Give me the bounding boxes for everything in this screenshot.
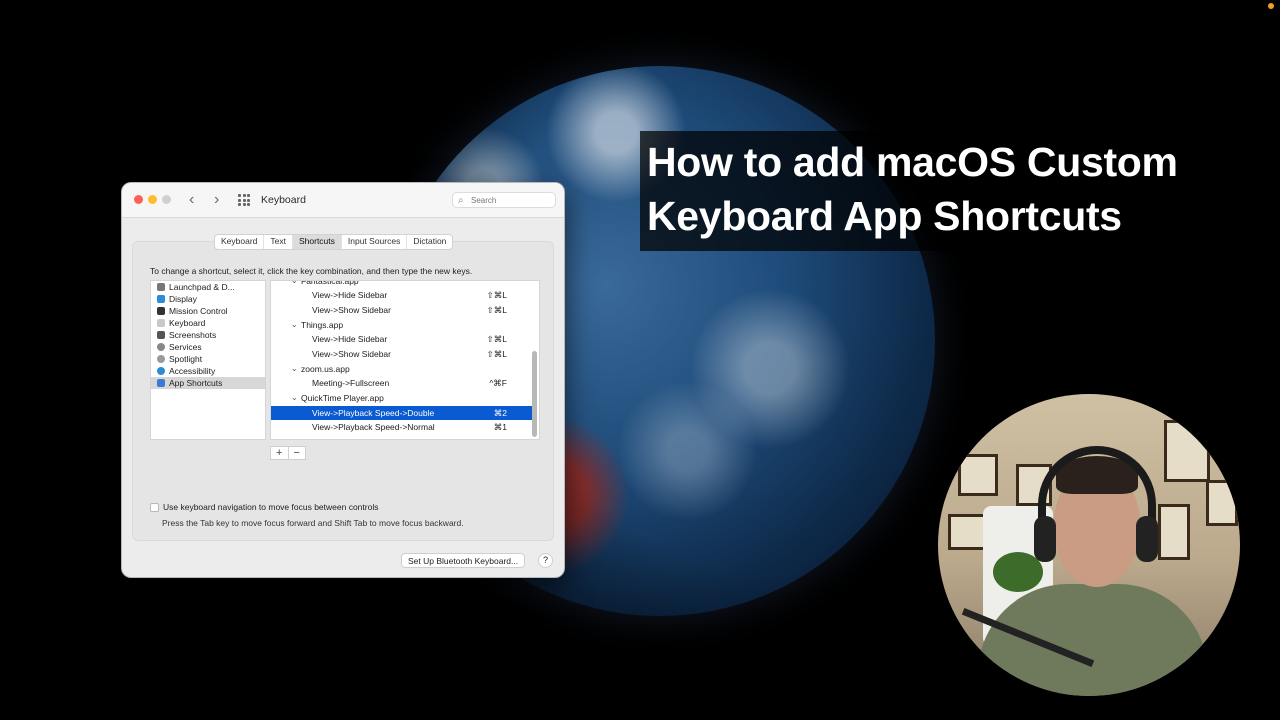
key-combination[interactable]: ⇧⌘L bbox=[487, 332, 507, 346]
category-services[interactable]: Services bbox=[151, 341, 265, 353]
key-combination[interactable]: ⇧⌘L bbox=[487, 288, 507, 302]
window-title: Keyboard bbox=[261, 194, 306, 206]
remove-shortcut-button[interactable]: − bbox=[289, 447, 306, 459]
keyboard-navigation-checkbox[interactable] bbox=[150, 503, 159, 512]
video-title-banner: How to add macOS Custom Keyboard App Sho… bbox=[640, 131, 1230, 251]
shortcut-row[interactable]: View->Show Sidebar ⇧⌘L bbox=[271, 303, 533, 317]
shortcut-category-list: Launchpad & D... Display Mission Control… bbox=[150, 280, 266, 440]
wall-frame bbox=[1164, 420, 1210, 482]
search-icon: ⌕ bbox=[458, 195, 464, 206]
app-shortcuts-icon bbox=[157, 379, 165, 387]
keyboard-icon bbox=[157, 319, 165, 327]
zoom-window-button[interactable] bbox=[162, 195, 171, 204]
wall-frame bbox=[1206, 480, 1238, 526]
show-all-grid-icon[interactable] bbox=[238, 194, 250, 206]
add-remove-control: + − bbox=[270, 446, 306, 460]
category-spotlight[interactable]: Spotlight bbox=[151, 353, 265, 365]
category-app-shortcuts[interactable]: App Shortcuts bbox=[151, 377, 265, 389]
key-combination[interactable]: ⌘2 bbox=[494, 406, 507, 420]
webcam-overlay bbox=[938, 394, 1240, 696]
help-button[interactable]: ? bbox=[538, 553, 553, 568]
shortcut-list-scrollbar[interactable] bbox=[532, 351, 537, 437]
app-group-quicktime[interactable]: ⌄ QuickTime Player.app bbox=[271, 391, 533, 405]
category-display[interactable]: Display bbox=[151, 293, 265, 305]
chevron-down-icon: ⌄ bbox=[291, 393, 298, 402]
recording-indicator-dot bbox=[1268, 3, 1274, 9]
keyboard-preferences-window: ‹ › Keyboard ⌕ Keyboard Text Shortcuts I… bbox=[121, 182, 565, 578]
mission-control-icon bbox=[157, 307, 165, 315]
headphone-earcup-right bbox=[1136, 516, 1158, 562]
shortcut-row[interactable]: View->Show Sidebar ⇧⌘L bbox=[271, 347, 533, 361]
app-group-fantastical[interactable]: ⌄ Fantastical.app bbox=[271, 280, 533, 288]
key-combination[interactable]: ^⌘F bbox=[489, 376, 507, 390]
tab-shortcuts[interactable]: Shortcuts bbox=[292, 235, 342, 249]
close-window-button[interactable] bbox=[134, 195, 143, 204]
shortcut-row[interactable]: View->Playback Speed->Normal ⌘1 bbox=[271, 420, 533, 434]
tab-input-sources[interactable]: Input Sources bbox=[342, 235, 408, 249]
instruction-text: To change a shortcut, select it, click t… bbox=[150, 266, 473, 276]
screenshots-icon bbox=[157, 331, 165, 339]
category-launchpad[interactable]: Launchpad & D... bbox=[151, 281, 265, 293]
tab-text[interactable]: Text bbox=[264, 235, 293, 249]
window-titlebar: ‹ › Keyboard ⌕ bbox=[122, 183, 564, 218]
display-icon bbox=[157, 295, 165, 303]
services-icon bbox=[157, 343, 165, 351]
category-mission-control[interactable]: Mission Control bbox=[151, 305, 265, 317]
tab-keyboard[interactable]: Keyboard bbox=[215, 235, 265, 249]
chevron-down-icon: ⌄ bbox=[291, 364, 298, 373]
shortcut-list: ⌄ Fantastical.app View->Hide Sidebar ⇧⌘L V… bbox=[270, 280, 540, 440]
wall-frame bbox=[958, 454, 998, 496]
category-accessibility[interactable]: Accessibility bbox=[151, 365, 265, 377]
shortcut-row-selected[interactable]: View->Playback Speed->Double ⌘2 bbox=[271, 406, 533, 420]
tab-dictation[interactable]: Dictation bbox=[407, 235, 452, 249]
back-arrow-icon[interactable]: ‹ bbox=[189, 190, 194, 210]
keyboard-navigation-label: Use keyboard navigation to move focus be… bbox=[163, 502, 379, 512]
shortcut-row[interactable]: View->Hide Sidebar ⇧⌘L bbox=[271, 288, 533, 302]
key-combination[interactable]: ⌘1 bbox=[494, 420, 507, 434]
headphone-earcup-left bbox=[1034, 516, 1056, 562]
chevron-down-icon: ⌄ bbox=[291, 280, 298, 285]
shortcut-row[interactable]: Meeting->Fullscreen ^⌘F bbox=[271, 376, 533, 390]
video-title-line-1: How to add macOS Custom bbox=[647, 139, 1178, 185]
add-shortcut-button[interactable]: + bbox=[271, 447, 289, 459]
key-combination[interactable]: ⇧⌘L bbox=[487, 303, 507, 317]
key-combination[interactable]: ⇧⌘L bbox=[487, 347, 507, 361]
category-screenshots[interactable]: Screenshots bbox=[151, 329, 265, 341]
app-group-things[interactable]: ⌄ Things.app bbox=[271, 318, 533, 332]
category-keyboard[interactable]: Keyboard bbox=[151, 317, 265, 329]
preference-tabs: Keyboard Text Shortcuts Input Sources Di… bbox=[214, 234, 454, 250]
minimize-window-button[interactable] bbox=[148, 195, 157, 204]
video-title-line-2: Keyboard App Shortcuts bbox=[647, 193, 1122, 239]
app-group-zoom[interactable]: ⌄ zoom.us.app bbox=[271, 362, 533, 376]
search-input[interactable] bbox=[471, 195, 551, 205]
keyboard-navigation-hint: Press the Tab key to move focus forward … bbox=[162, 518, 464, 528]
set-up-bluetooth-keyboard-button[interactable]: Set Up Bluetooth Keyboard... bbox=[401, 553, 526, 568]
shortcut-row[interactable]: View->Hide Sidebar ⇧⌘L bbox=[271, 332, 533, 346]
wall-frame bbox=[1158, 504, 1190, 560]
chevron-down-icon: ⌄ bbox=[291, 320, 298, 329]
forward-arrow-icon[interactable]: › bbox=[214, 190, 219, 210]
spotlight-icon bbox=[157, 355, 165, 363]
launchpad-icon bbox=[157, 283, 165, 291]
accessibility-icon bbox=[157, 367, 165, 375]
search-field[interactable]: ⌕ bbox=[452, 192, 556, 208]
